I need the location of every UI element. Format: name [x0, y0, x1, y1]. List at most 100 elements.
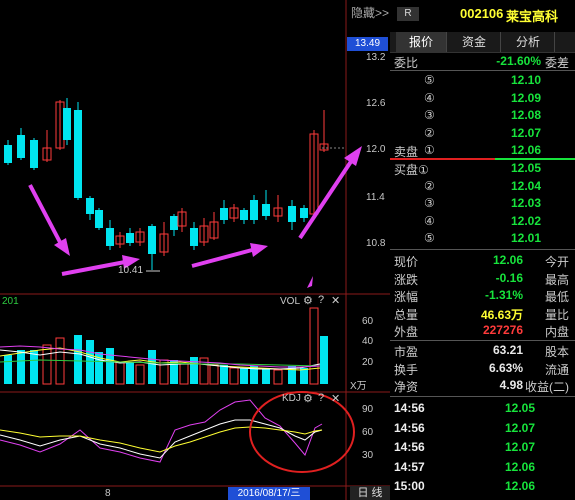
stat-label-2: 量比: [544, 307, 569, 322]
candle-body: [30, 140, 38, 168]
date-label: 2016/08/17/三: [228, 487, 310, 500]
buy-label: 买盘①: [394, 163, 429, 177]
tab-bar: 报价 资金 分析: [390, 32, 575, 53]
tab-quote[interactable]: 报价: [396, 32, 447, 52]
period-button[interactable]: 日 线: [350, 486, 390, 500]
stat-label-2: 最低: [544, 290, 569, 304]
sell-level-num: ①: [424, 143, 435, 157]
tick-time: 14:57: [394, 459, 425, 474]
buy-level-row: ③ 12.03: [390, 195, 575, 212]
buy-level-num: ④: [424, 213, 435, 228]
candle-body: [190, 228, 198, 246]
buy-price: 12.04: [510, 178, 541, 193]
stat-label: 外盘: [394, 325, 419, 339]
chart-area[interactable]: 13.49 13.2 12.6 12.0 11.4 10.8 10.41 201…: [0, 0, 390, 500]
buy-level-num: ②: [424, 178, 435, 193]
volume-bar: [17, 350, 25, 384]
weicha-label: 委差: [544, 56, 569, 70]
vol-close-icon[interactable]: ✕: [331, 294, 340, 307]
fundamental-row: 换手 6.63% 流通: [390, 360, 575, 377]
tick-price: 12.06: [504, 459, 535, 474]
price-tick: 13.2: [366, 52, 386, 63]
sell-price: 12.07: [510, 125, 541, 140]
vol-tick: 60: [362, 316, 374, 327]
fund-label-2: 流通: [544, 362, 569, 377]
stat-value: -0.16: [495, 270, 523, 285]
tab-fund[interactable]: 资金: [448, 32, 501, 52]
volume-bar: [179, 363, 189, 385]
kdj-help-icon[interactable]: ?: [318, 392, 324, 404]
volume-bar: [126, 362, 134, 384]
tick-time: 14:56: [394, 440, 425, 454]
volume-bar: [273, 369, 283, 385]
candle-body: [4, 145, 12, 163]
fund-label-2: 收益(二): [525, 380, 569, 394]
quote-stat-row: 涨幅 -1.31% 最低: [390, 287, 575, 304]
vol-title: VOL: [280, 296, 301, 307]
header-bar: R 002106 莱宝高科: [390, 0, 575, 28]
low-price-label: 10.41: [118, 265, 144, 276]
vol-settings-icon[interactable]: ⚙: [303, 294, 313, 307]
kdj-settings-icon[interactable]: ⚙: [303, 392, 313, 405]
tick-price: 12.06: [504, 479, 535, 493]
kdj-tick: 30: [362, 450, 374, 461]
quote-stat-row: 现价 12.06 今开: [390, 252, 575, 269]
sell-level-row: 卖盘 ① 12.06: [390, 142, 575, 159]
candle-body: [86, 198, 94, 214]
candle-body: [240, 210, 248, 220]
quote-panel: R 002106 莱宝高科 报价 资金 分析 委比 -21.60% 委差 ⑤ 12…: [390, 0, 575, 500]
buy-price: 12.02: [510, 213, 541, 228]
quote-stat-row: 涨跌 -0.16 最高: [390, 270, 575, 287]
trade-tick-row: 14:56 12.07: [390, 419, 575, 438]
candle-body: [74, 110, 82, 198]
tick-time: 14:56: [394, 401, 425, 415]
buy-price: 12.01: [510, 231, 541, 245]
tick-time: 14:56: [394, 420, 425, 435]
vol-left-label: 201: [2, 296, 19, 307]
price-tick: 10.8: [366, 238, 386, 249]
candle-body: [148, 226, 156, 254]
fund-value: 4.98: [499, 378, 523, 392]
kdj-title: KDJ: [282, 393, 301, 404]
tick-price: 12.05: [504, 401, 535, 415]
buy-price: 12.05: [510, 161, 541, 175]
r-badge[interactable]: R: [397, 7, 419, 21]
price-tick: 12.6: [366, 98, 386, 109]
volume-bar: [300, 368, 308, 384]
fund-label: 净资: [394, 380, 419, 394]
candle-body: [288, 206, 296, 222]
price-tick: 11.4: [366, 192, 385, 203]
sell-level-num: ④: [424, 90, 435, 105]
candle-body: [250, 200, 258, 220]
kdj-tick: 60: [362, 427, 374, 438]
candlestick-chart[interactable]: [0, 0, 390, 500]
volume-bar: [262, 368, 270, 384]
stat-label-2: 今开: [544, 255, 569, 269]
buy-level-num: ③: [424, 196, 435, 210]
fund-label-2: 股本: [544, 345, 569, 359]
volume-bar: [190, 357, 198, 384]
sell-price: 12.09: [510, 90, 541, 105]
stat-label: 涨跌: [394, 272, 419, 287]
fundamental-row: 市盈 63.21 股本: [390, 342, 575, 359]
vol-help-icon[interactable]: ?: [318, 294, 324, 306]
buy-level-row: ④ 12.02: [390, 213, 575, 230]
fund-value: 63.21: [492, 343, 523, 357]
bottom-left-label: 8: [105, 488, 111, 499]
volume-bar: [115, 361, 125, 385]
tab-analysis[interactable]: 分析: [502, 32, 555, 52]
weibi-row: 委比 -21.60% 委差: [390, 53, 575, 70]
stat-value: -1.31%: [484, 288, 523, 302]
volume-bar: [86, 340, 94, 384]
sell-level-row: ④ 12.09: [390, 90, 575, 107]
vol-tick: 20: [362, 357, 374, 368]
buy-price: 12.03: [510, 196, 541, 210]
buy-level-row: 买盘① 12.05: [390, 160, 575, 177]
sell-price: 12.06: [510, 143, 541, 157]
sell-level-row: ③ 12.08: [390, 107, 575, 124]
hide-toggle[interactable]: 隐藏>>: [351, 4, 389, 21]
kdj-lines: [0, 399, 323, 463]
kdj-close-icon[interactable]: ✕: [331, 392, 340, 405]
tick-price: 12.07: [504, 420, 535, 435]
stat-label-2: 最高: [544, 272, 569, 287]
